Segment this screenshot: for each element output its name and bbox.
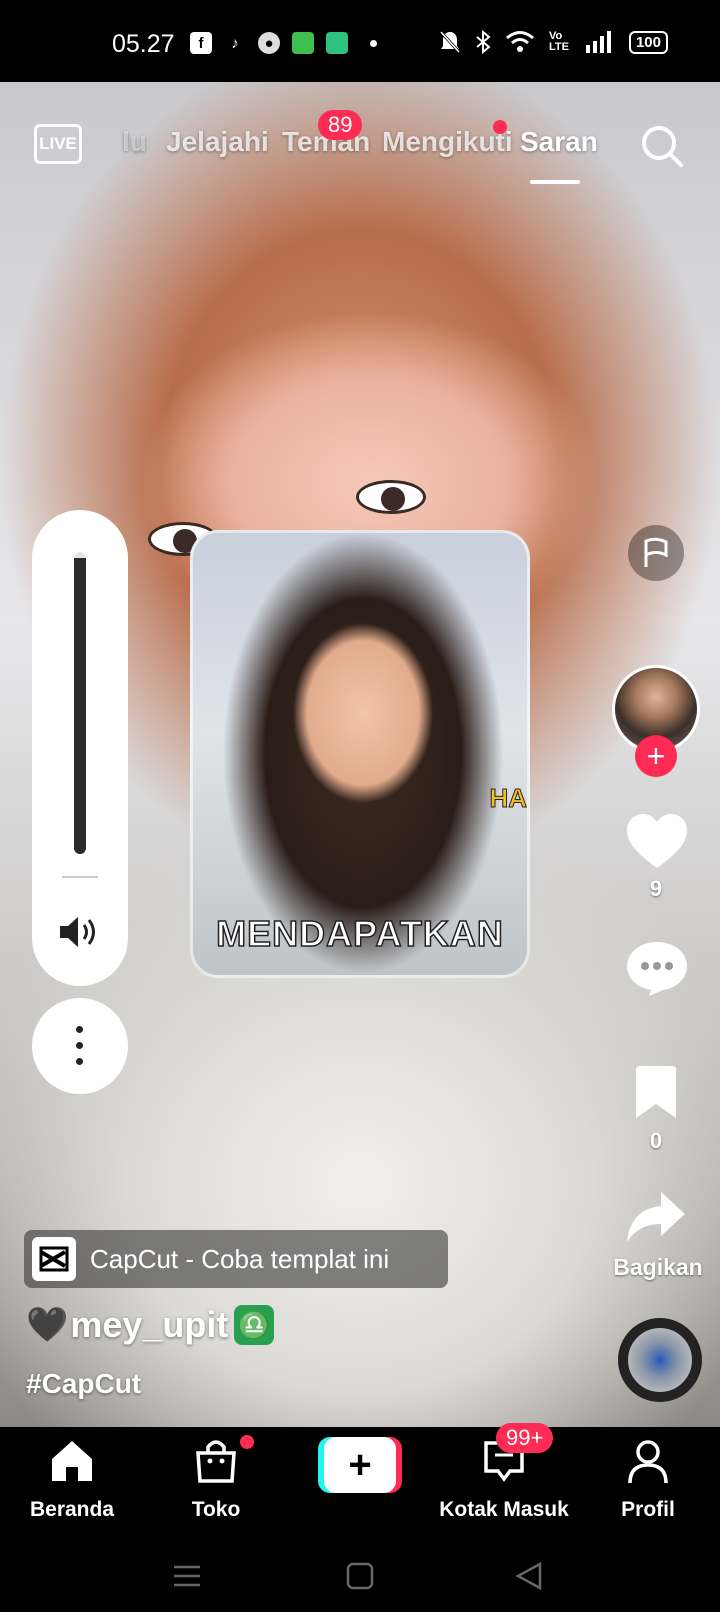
nav-item-shop[interactable]: Toko	[146, 1435, 286, 1522]
clock: 05.27	[112, 30, 175, 58]
tab-saran[interactable]: Saran	[520, 126, 598, 158]
black-heart-emoji: 🖤	[26, 1306, 69, 1344]
like-heart-icon[interactable]	[625, 812, 689, 870]
message-icon	[292, 32, 314, 54]
report-flag-button[interactable]	[628, 525, 684, 581]
status-bar: 05.27 f ♪ ● Vo LTE 100	[0, 0, 720, 82]
tab-mengikuti[interactable]: Mengikuti	[382, 126, 513, 158]
shop-dot	[240, 1435, 254, 1449]
bottom-nav: Beranda Toko + 99+ Kotak Masuk Profil	[0, 1423, 720, 1537]
wifi-icon	[506, 31, 534, 52]
capcut-logo-icon	[32, 1237, 76, 1281]
capcut-link-text: CapCut - Coba templat ini	[90, 1243, 390, 1274]
tab-partial[interactable]: lu	[122, 126, 147, 158]
nav-label-profile: Profil	[621, 1498, 675, 1521]
follow-button[interactable]: +	[635, 735, 677, 777]
volume-panel	[32, 510, 128, 986]
volume-divider	[62, 876, 98, 878]
battery-indicator: 100	[628, 30, 668, 54]
inbox-badge: 99+	[496, 1423, 554, 1453]
username[interactable]: mey_upit	[70, 1304, 228, 1346]
share-label[interactable]: Bagikan	[606, 1254, 710, 1281]
home-icon	[52, 1441, 92, 1481]
nav-item-home[interactable]: Beranda	[2, 1437, 142, 1522]
network-label: Vo LTE	[548, 30, 569, 53]
like-count: 9	[649, 876, 663, 901]
hashtag-link[interactable]: #CapCut	[26, 1368, 141, 1400]
search-icon[interactable]	[640, 124, 684, 168]
nav-label-shop: Toko	[191, 1498, 241, 1521]
active-tab-underline	[530, 180, 580, 184]
bookmark-count: 0	[649, 1128, 663, 1153]
libra-emoji: ♎	[234, 1305, 275, 1345]
volume-more-button[interactable]	[32, 998, 128, 1094]
tiktok-icon: ♪	[231, 34, 239, 52]
top-nav: LIVE lu Jelajahi Teman 89 Mengikuti Sara…	[0, 110, 720, 190]
teman-badge: 89	[318, 110, 363, 140]
plus-icon: +	[324, 1437, 396, 1493]
recents-icon[interactable]	[170, 1559, 204, 1593]
back-triangle-icon[interactable]	[512, 1559, 546, 1593]
capcut-template-link[interactable]: CapCut - Coba templat ini	[24, 1230, 448, 1288]
comment-icon[interactable]	[625, 938, 689, 998]
bluetooth-icon	[476, 30, 491, 54]
video-eye-right	[356, 480, 426, 514]
app-icon: ●	[258, 32, 280, 54]
live-icon[interactable]: LIVE	[34, 124, 82, 164]
shop-icon	[196, 1440, 236, 1483]
facebook-icon: f	[190, 32, 212, 54]
flag-icon	[644, 537, 668, 567]
nav-item-inbox[interactable]: 99+ Kotak Masuk	[434, 1423, 574, 1522]
bookmark-icon[interactable]	[632, 1066, 680, 1120]
nav-item-profile[interactable]: Profil	[578, 1437, 718, 1522]
nav-label-home: Beranda	[29, 1498, 115, 1521]
system-nav-bar	[0, 1537, 720, 1612]
home-square-icon[interactable]	[343, 1559, 377, 1593]
username-row[interactable]: 🖤 mey_upit ♎	[26, 1304, 275, 1346]
system-icons: Vo LTE 100	[439, 30, 668, 54]
mute-icon	[439, 30, 461, 54]
pip-side-text: HA	[489, 783, 527, 814]
share-arrow-icon[interactable]	[625, 1190, 687, 1244]
more-notifications-dot	[370, 39, 377, 47]
music-disc[interactable]	[618, 1318, 702, 1402]
nav-label-inbox: Kotak Masuk	[439, 1498, 569, 1521]
notification-icons: f ♪ ●	[190, 32, 377, 54]
profile-icon	[628, 1440, 668, 1484]
pip-caption: MENDAPATKAN	[215, 912, 504, 955]
mengikuti-dot	[493, 120, 507, 134]
volume-level-fill	[74, 558, 86, 854]
volume-slider[interactable]	[74, 552, 86, 854]
signal-icon	[585, 31, 611, 53]
speaker-icon[interactable]	[56, 912, 104, 952]
create-button[interactable]: +	[318, 1437, 402, 1493]
tab-jelajahi[interactable]: Jelajahi	[166, 126, 269, 158]
more-vert-icon	[76, 1026, 84, 1066]
pip-video[interactable]: HA MENDAPATKAN	[190, 530, 530, 978]
battery-saver-icon	[326, 32, 348, 54]
